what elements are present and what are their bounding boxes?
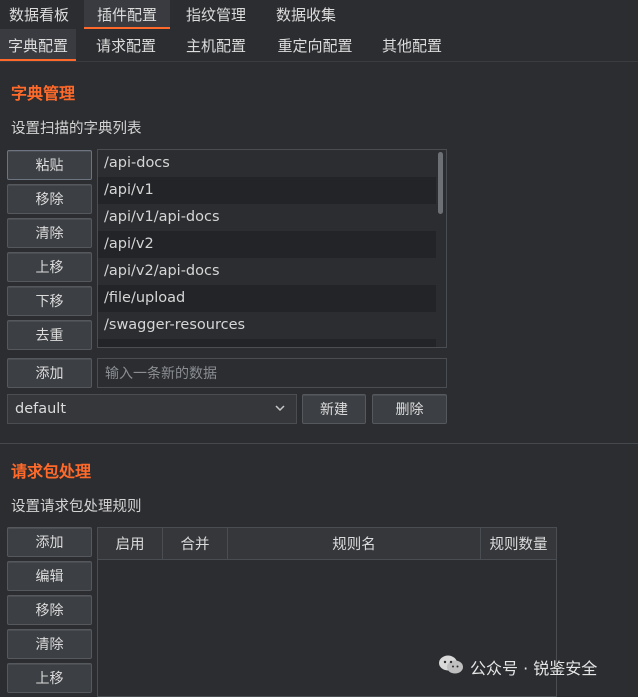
new-button[interactable]: 新建 bbox=[302, 394, 366, 424]
request-section-title: 请求包处理 bbox=[11, 462, 92, 481]
list-scrollbar[interactable] bbox=[436, 150, 446, 347]
rule-remove-button[interactable]: 移除 bbox=[7, 595, 92, 625]
tab-request-config[interactable]: 请求配置 bbox=[86, 29, 166, 61]
move-down-button[interactable]: 下移 bbox=[7, 286, 92, 316]
wechat-icon bbox=[438, 654, 464, 680]
column-header-merge[interactable]: 合并 bbox=[163, 528, 228, 560]
column-header-rule-count[interactable]: 规则数量 bbox=[481, 528, 556, 560]
list-item[interactable]: /api/v2 bbox=[98, 231, 436, 258]
rule-move-up-button[interactable]: 上移 bbox=[7, 663, 92, 693]
tab-dashboard[interactable]: 数据看板 bbox=[0, 0, 78, 29]
request-section-desc: 设置请求包处理规则 bbox=[11, 499, 142, 515]
dict-select[interactable]: default bbox=[7, 394, 297, 424]
section-divider bbox=[0, 443, 638, 444]
new-item-input[interactable]: 输入一条新的数据 bbox=[97, 358, 447, 388]
watermark: 公众号 · 锐鉴安全 bbox=[438, 654, 597, 680]
list-item[interactable]: /api/v2/api-docs bbox=[98, 258, 436, 285]
paste-button[interactable]: 粘贴 bbox=[7, 150, 92, 180]
chevron-down-icon bbox=[274, 402, 286, 418]
top-tab-bar: 数据看板 插件配置 指纹管理 数据收集 bbox=[0, 0, 638, 29]
rule-edit-button[interactable]: 编辑 bbox=[7, 561, 92, 591]
dict-select-value: default bbox=[15, 401, 67, 417]
tab-fingerprint[interactable]: 指纹管理 bbox=[176, 0, 256, 29]
rule-add-button[interactable]: 添加 bbox=[7, 527, 92, 557]
sub-tab-bar: 字典配置 请求配置 主机配置 重定向配置 其他配置 bbox=[0, 29, 638, 62]
dict-section-desc: 设置扫描的字典列表 bbox=[11, 121, 142, 137]
tab-redirect-config[interactable]: 重定向配置 bbox=[268, 29, 362, 61]
list-item[interactable]: /api/v1 bbox=[98, 177, 436, 204]
dict-section-title: 字典管理 bbox=[11, 84, 76, 103]
list-item[interactable]: /file/upload bbox=[98, 285, 436, 312]
list-item[interactable]: /swagger-resources bbox=[98, 312, 436, 339]
delete-button[interactable]: 删除 bbox=[372, 394, 447, 424]
column-header-enabled[interactable]: 启用 bbox=[98, 528, 163, 560]
list-item[interactable]: /api/v1/api-docs bbox=[98, 204, 436, 231]
tab-data-collect[interactable]: 数据收集 bbox=[266, 0, 346, 29]
tab-other-config[interactable]: 其他配置 bbox=[372, 29, 452, 61]
tab-dict-config[interactable]: 字典配置 bbox=[0, 29, 76, 61]
scrollbar-thumb[interactable] bbox=[438, 152, 443, 214]
tab-host-config[interactable]: 主机配置 bbox=[176, 29, 256, 61]
dedupe-button[interactable]: 去重 bbox=[7, 320, 92, 350]
tab-plugin-config[interactable]: 插件配置 bbox=[84, 0, 170, 29]
watermark-text: 公众号 · 锐鉴安全 bbox=[470, 659, 598, 678]
list-item[interactable]: /api-docs bbox=[98, 150, 436, 177]
list-item-partial bbox=[98, 339, 436, 347]
move-up-button[interactable]: 上移 bbox=[7, 252, 92, 282]
remove-button[interactable]: 移除 bbox=[7, 184, 92, 214]
rule-clear-button[interactable]: 清除 bbox=[7, 629, 92, 659]
column-header-rule-name[interactable]: 规则名 bbox=[228, 528, 481, 560]
add-button[interactable]: 添加 bbox=[7, 358, 92, 388]
clear-button[interactable]: 清除 bbox=[7, 218, 92, 248]
dict-list[interactable]: /api-docs /api/v1 /api/v1/api-docs /api/… bbox=[97, 149, 447, 348]
